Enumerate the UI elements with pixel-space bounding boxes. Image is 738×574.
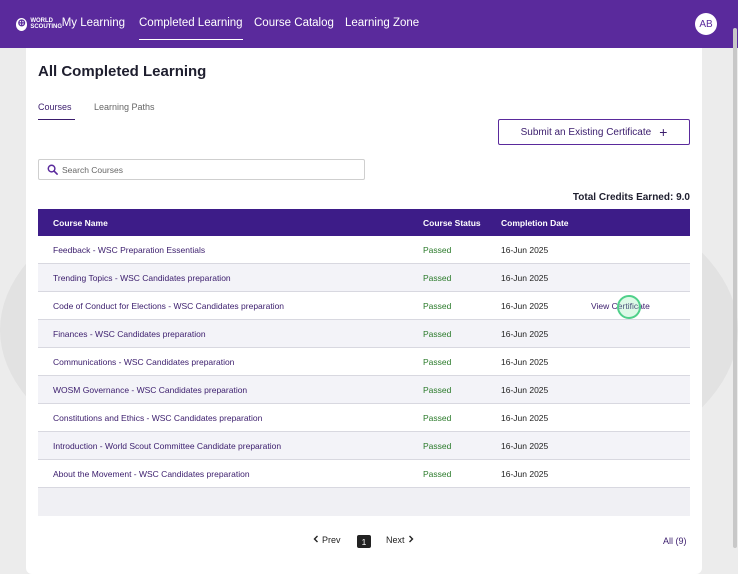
world-scouting-logo[interactable]: ⊕ WORLD SCOUTING — [16, 16, 62, 32]
course-status: Passed — [423, 384, 452, 395]
show-all-link[interactable]: All (9) — [663, 536, 687, 546]
table-row: Constitutions and Ethics - WSC Candidate… — [38, 404, 690, 432]
course-status: Passed — [423, 272, 452, 283]
course-status: Passed — [423, 468, 452, 479]
search-input[interactable] — [62, 164, 364, 175]
course-name-link[interactable]: Constitutions and Ethics - WSC Candidate… — [38, 413, 423, 423]
submit-existing-certificate-button[interactable]: Submit an Existing Certificate + — [498, 119, 690, 145]
chevron-right-icon — [408, 535, 414, 545]
table-row: Trending Topics - WSC Candidates prepara… — [38, 264, 690, 292]
course-name-link[interactable]: Introduction - World Scout Committee Can… — [38, 441, 423, 451]
table-row: Finances - WSC Candidates preparation Pa… — [38, 320, 690, 348]
prev-label: Prev — [322, 535, 341, 545]
current-page-number[interactable]: 1 — [357, 535, 371, 548]
course-status: Passed — [423, 412, 452, 423]
table-empty-row — [38, 488, 690, 516]
nav-completed-learning[interactable]: Completed Learning — [139, 17, 243, 40]
plus-icon: + — [659, 124, 668, 140]
search-box — [38, 159, 365, 180]
course-name-link[interactable]: Feedback - WSC Preparation Essentials — [38, 245, 423, 255]
table-row: WOSM Governance - WSC Candidates prepara… — [38, 376, 690, 404]
course-status: Passed — [423, 244, 452, 255]
next-label: Next — [386, 535, 405, 545]
course-name-link[interactable]: Trending Topics - WSC Candidates prepara… — [38, 273, 423, 283]
nav-my-learning[interactable]: My Learning — [62, 17, 125, 29]
search-icon — [42, 160, 62, 180]
next-page-button[interactable]: Next — [386, 535, 414, 545]
completion-date: 16-Jun 2025 — [501, 328, 549, 339]
completion-date: 16-Jun 2025 — [501, 384, 549, 395]
tab-learning-paths[interactable]: Learning Paths — [94, 102, 155, 112]
course-status: Passed — [423, 440, 452, 451]
logo-text-line2: SCOUTING — [30, 24, 62, 30]
completed-courses-table: Course Name Course Status Completion Dat… — [38, 209, 690, 516]
course-status: Passed — [423, 328, 452, 339]
course-status: Passed — [423, 300, 452, 311]
completion-date: 16-Jun 2025 — [501, 412, 549, 423]
table-row: Communications - WSC Candidates preparat… — [38, 348, 690, 376]
submit-button-label: Submit an Existing Certificate — [520, 126, 652, 138]
course-name-link[interactable]: Finances - WSC Candidates preparation — [38, 329, 423, 339]
nav-course-catalog[interactable]: Course Catalog — [254, 17, 334, 29]
completion-date: 16-Jun 2025 — [501, 272, 549, 283]
header-course-status[interactable]: Course Status — [423, 218, 501, 228]
tab-courses[interactable]: Courses — [38, 102, 75, 120]
table-header-row: Course Name Course Status Completion Dat… — [38, 209, 690, 236]
pagination: Prev 1 Next All (9) — [0, 535, 738, 549]
table-row: Code of Conduct for Elections - WSC Cand… — [38, 292, 690, 320]
nav-learning-zone[interactable]: Learning Zone — [345, 17, 419, 29]
top-navigation-bar: ⊕ WORLD SCOUTING My Learning Completed L… — [0, 0, 738, 48]
prev-page-button[interactable]: Prev — [313, 535, 341, 545]
course-name-link[interactable]: Communications - WSC Candidates preparat… — [38, 357, 423, 367]
completion-date: 16-Jun 2025 — [501, 300, 549, 311]
course-name-link[interactable]: About the Movement - WSC Candidates prep… — [38, 469, 423, 479]
total-credits-earned: Total Credits Earned: 9.0 — [572, 192, 690, 203]
page-title: All Completed Learning — [38, 63, 207, 80]
completion-date: 16-Jun 2025 — [501, 244, 549, 255]
table-row: Introduction - World Scout Committee Can… — [38, 432, 690, 460]
completion-date: 16-Jun 2025 — [501, 468, 549, 479]
table-body: Feedback - WSC Preparation Essentials Pa… — [38, 236, 690, 516]
table-row: About the Movement - WSC Candidates prep… — [38, 460, 690, 488]
course-status: Passed — [423, 356, 452, 367]
page-scrollbar[interactable] — [733, 28, 737, 548]
course-name-link[interactable]: Code of Conduct for Elections - WSC Cand… — [38, 301, 423, 311]
completion-date: 16-Jun 2025 — [501, 356, 549, 367]
scout-emblem-icon: ⊕ — [16, 17, 28, 31]
chevron-left-icon — [313, 535, 319, 545]
header-course-name[interactable]: Course Name — [38, 218, 423, 228]
course-name-link[interactable]: WOSM Governance - WSC Candidates prepara… — [38, 385, 423, 395]
completion-date: 16-Jun 2025 — [501, 440, 549, 451]
table-row: Feedback - WSC Preparation Essentials Pa… — [38, 236, 690, 264]
user-avatar[interactable]: AB — [695, 13, 717, 35]
mouse-cursor-indicator — [617, 295, 641, 319]
header-completion-date[interactable]: Completion Date — [501, 218, 591, 228]
